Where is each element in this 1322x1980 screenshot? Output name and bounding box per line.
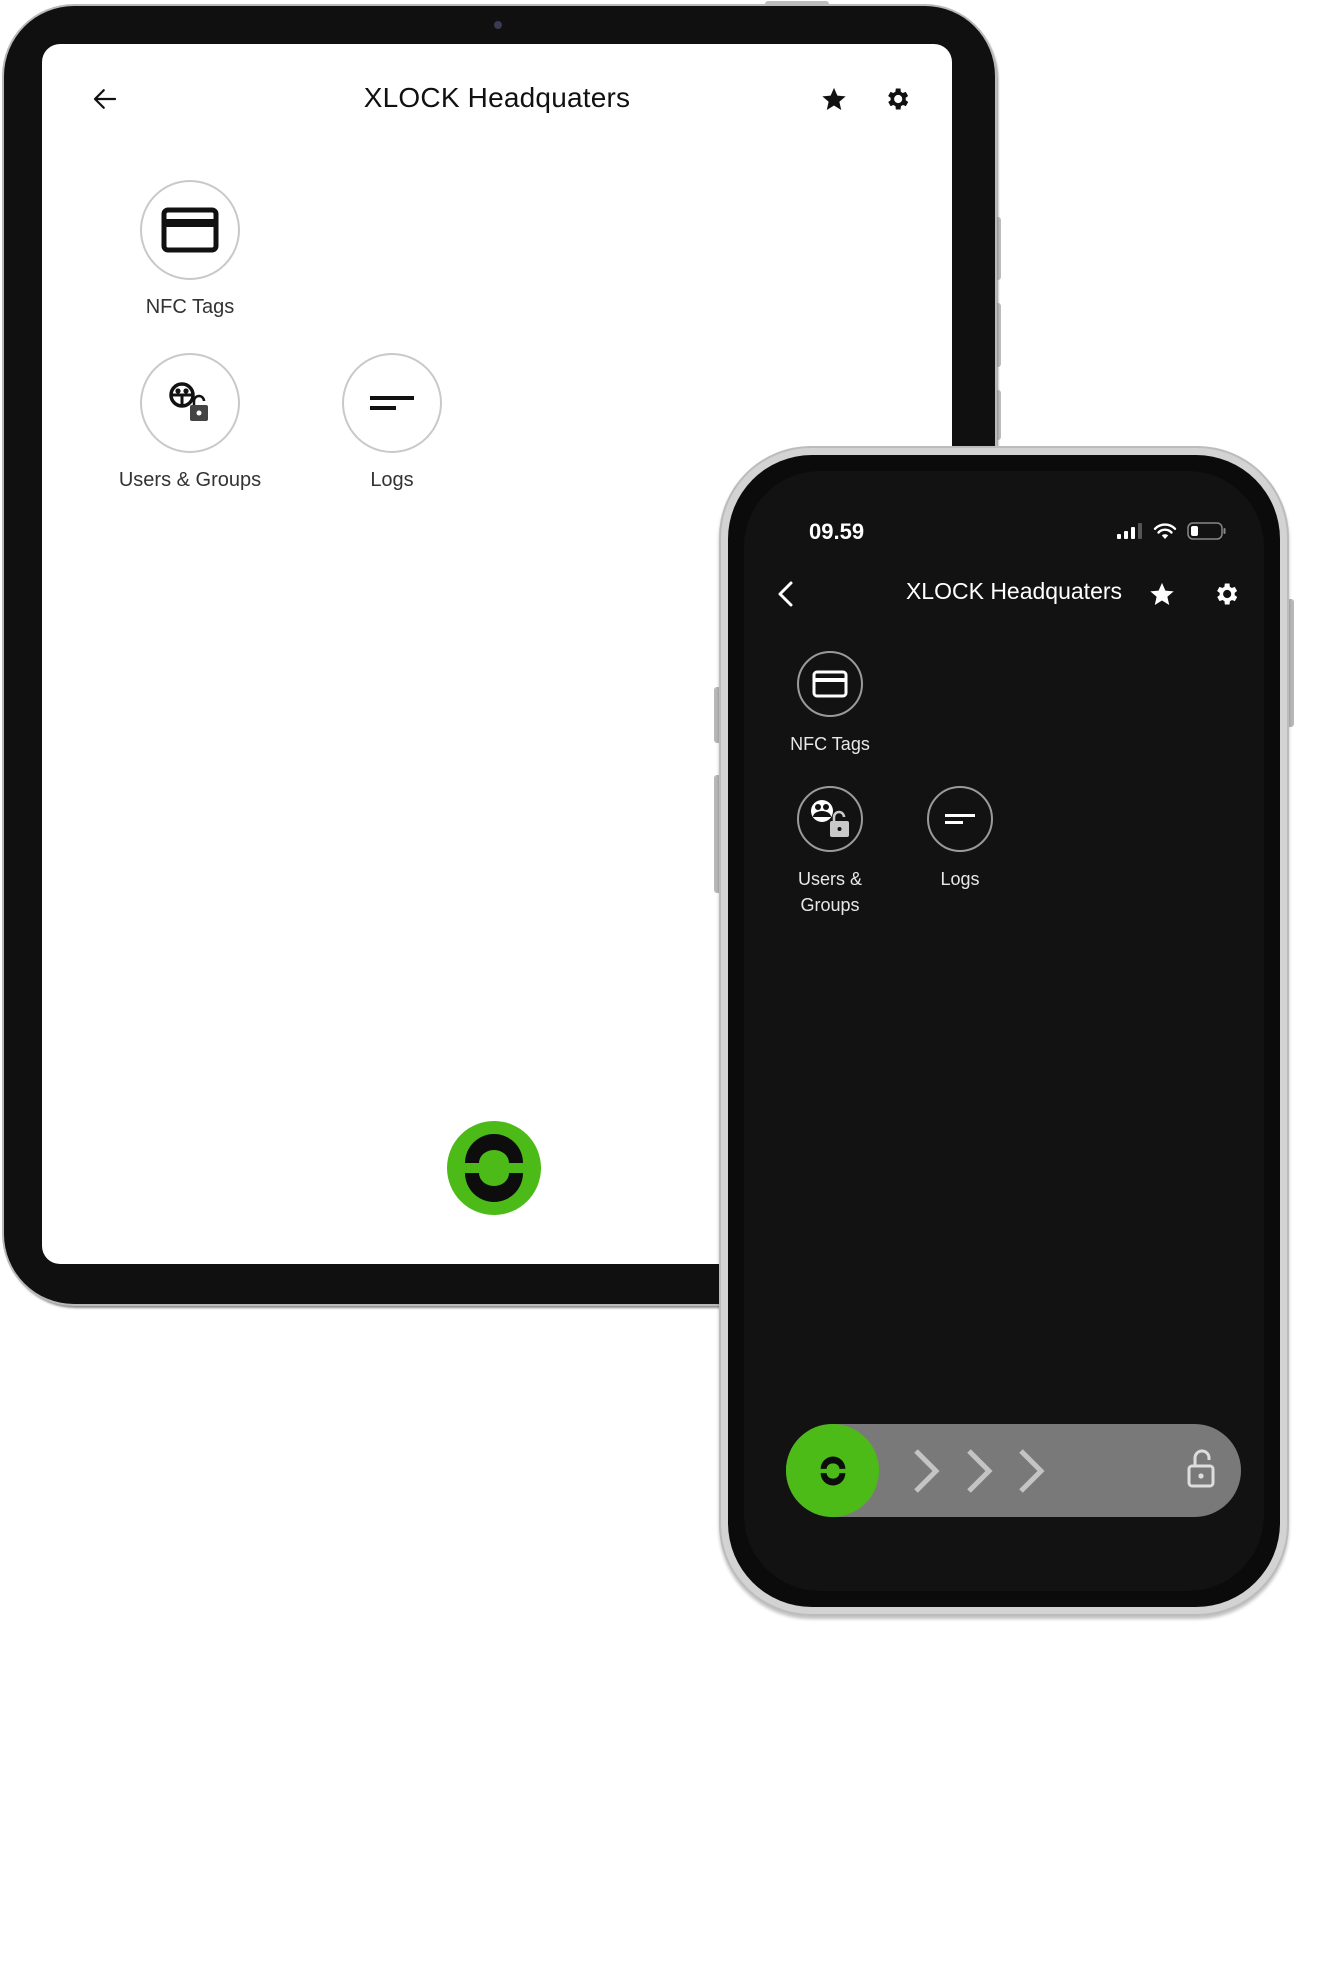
tablet-camera — [494, 21, 502, 29]
tablet-volume-down-button — [995, 303, 1001, 367]
slider-arrow — [911, 1448, 941, 1494]
tile-label-line1: Users & — [797, 869, 862, 889]
phone-bezel: 09.59 XLOCK Headquaters NFC Tags Users &… — [728, 455, 1280, 1607]
lines-icon — [370, 396, 414, 410]
credit-card-icon — [161, 207, 219, 253]
tablet-side-button — [995, 390, 1001, 440]
chevron-right-icon — [914, 1449, 940, 1493]
tile-icon-circle — [797, 651, 863, 717]
tile-icon-circle — [140, 180, 240, 280]
tile-label: Users & Groups — [760, 866, 900, 918]
settings-button[interactable] — [1212, 580, 1240, 608]
tile-logs[interactable]: Logs — [292, 353, 492, 492]
tile-label: Logs — [940, 869, 980, 889]
favorite-button[interactable] — [1148, 580, 1176, 608]
tile-label-line2: Groups — [800, 895, 860, 915]
favorite-button[interactable] — [820, 85, 848, 113]
tile-label: Logs — [370, 469, 414, 491]
tablet-volume-up-button — [995, 217, 1001, 280]
tile-users-groups[interactable]: Users & Groups — [760, 786, 900, 918]
xlock-logo-icon — [820, 1456, 845, 1485]
star-icon — [1150, 582, 1174, 605]
users-lock-icon — [811, 800, 849, 837]
tile-icon-circle — [342, 353, 442, 453]
tile-users-groups[interactable]: Users & Groups — [90, 353, 290, 492]
gear-icon — [888, 88, 909, 110]
star-icon — [822, 87, 846, 110]
battery-low-icon — [1187, 522, 1226, 540]
credit-card-icon — [812, 670, 848, 698]
tile-label: NFC Tags — [145, 296, 235, 318]
tile-icon-circle — [140, 353, 240, 453]
status-time: 09.59 — [809, 519, 865, 544]
tile-logs[interactable]: Logs — [890, 786, 1030, 892]
phone-screen: 09.59 XLOCK Headquaters NFC Tags Users &… — [744, 471, 1264, 1591]
xlock-logo-button[interactable] — [447, 1121, 541, 1215]
gear-icon — [1217, 583, 1238, 605]
tile-icon-circle — [797, 786, 863, 852]
chevron-right-icon — [1019, 1449, 1045, 1493]
xlock-logo-icon — [447, 1121, 541, 1215]
tile-nfc-tags[interactable]: NFC Tags — [90, 180, 290, 319]
status-icons — [1117, 519, 1227, 543]
wifi-icon — [1153, 523, 1177, 539]
unlock-icon — [1187, 1449, 1215, 1488]
unlock-slider[interactable] — [786, 1424, 1241, 1517]
slider-arrow — [1016, 1448, 1046, 1494]
tile-icon-circle — [927, 786, 993, 852]
chevron-right-icon — [967, 1449, 993, 1493]
page-title: XLOCK Headquaters — [363, 82, 631, 113]
users-lock-icon — [169, 382, 208, 421]
tile-label: Users & Groups — [118, 469, 262, 491]
slider-unlock-target — [1186, 1446, 1218, 1490]
slider-arrow — [964, 1448, 994, 1494]
phone-frame: 09.59 XLOCK Headquaters NFC Tags Users &… — [719, 446, 1289, 1616]
slider-knob[interactable] — [786, 1424, 879, 1517]
lines-icon — [945, 814, 975, 824]
tile-label: NFC Tags — [790, 734, 870, 754]
page-title: XLOCK Headquaters — [905, 578, 1123, 604]
settings-button[interactable] — [883, 85, 911, 113]
tablet-header: XLOCK Headquaters — [42, 44, 952, 156]
cellular-signal-icon — [1117, 523, 1142, 539]
tile-nfc-tags[interactable]: NFC Tags — [760, 651, 900, 757]
